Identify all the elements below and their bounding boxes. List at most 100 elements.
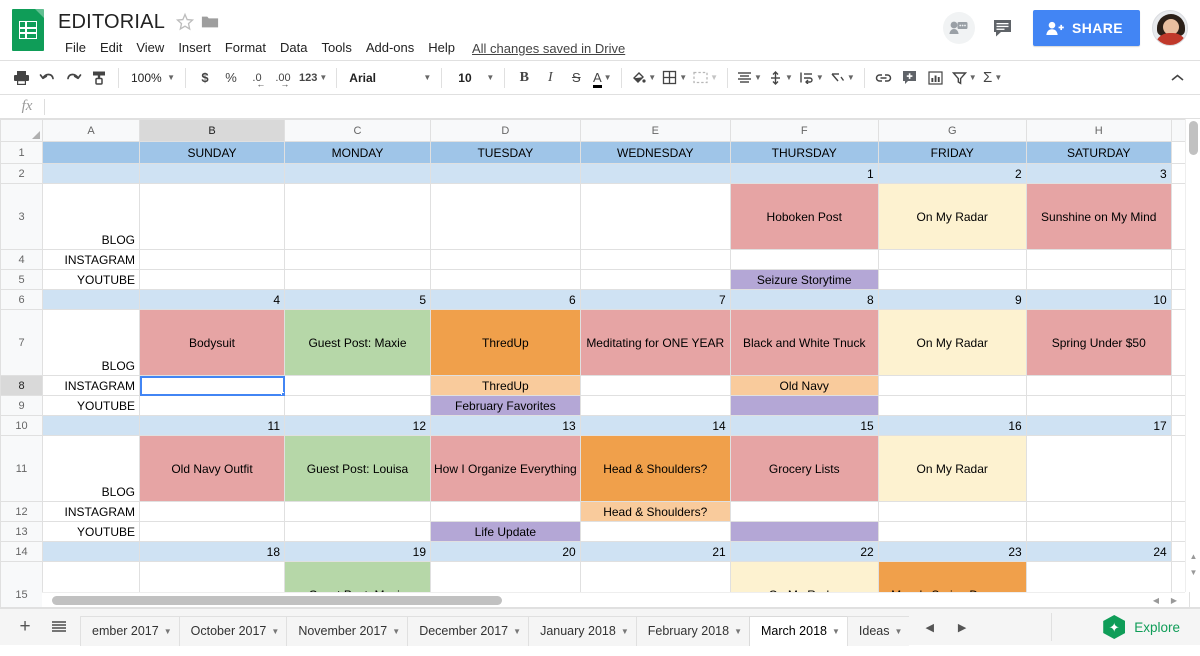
channel-label-instagram[interactable]: INSTAGRAM (42, 501, 140, 522)
date-cell[interactable]: 20 (430, 541, 581, 562)
sheet-tab-november-2017[interactable]: November 2017 ▼ (286, 615, 409, 646)
instagram-cell[interactable] (877, 375, 1027, 396)
channel-label-youtube[interactable]: YOUTUBE (42, 521, 140, 542)
prev-sheet-icon[interactable]: ◀ (919, 617, 939, 638)
instagram-cell[interactable] (139, 249, 285, 270)
share-button[interactable]: SHARE (1032, 10, 1140, 46)
blog-cell[interactable]: How I Organize Everything (430, 435, 581, 502)
channel-label-instagram[interactable]: INSTAGRAM (42, 375, 140, 396)
row-header-6[interactable]: 6 (0, 289, 43, 310)
blog-cell[interactable]: On My Radar (877, 309, 1027, 376)
save-status[interactable]: All changes saved in Drive (472, 41, 625, 56)
day-header-wednesday[interactable]: WEDNESDAY (579, 141, 731, 164)
youtube-cell[interactable]: Seizure Storytime (729, 269, 879, 290)
bold-button[interactable]: B (511, 65, 537, 91)
row-header-4[interactable]: 4 (0, 249, 43, 270)
chevron-down-icon[interactable]: ▼ (513, 627, 521, 636)
row-header-9[interactable]: 9 (0, 395, 43, 416)
print-icon[interactable] (8, 65, 34, 91)
youtube-cell[interactable] (139, 521, 285, 542)
date-row-blank[interactable] (42, 289, 140, 310)
date-cell[interactable]: 13 (430, 415, 581, 436)
channel-label-youtube[interactable]: YOUTUBE (42, 395, 140, 416)
blog-cell[interactable]: Spring Under $50 (1025, 309, 1172, 376)
instagram-cell[interactable]: ThredUp (430, 375, 581, 396)
blog-cell[interactable]: Grocery Lists (729, 435, 879, 502)
channel-label-instagram[interactable]: INSTAGRAM (42, 249, 140, 270)
blog-cell[interactable] (139, 183, 285, 250)
font-family-select[interactable]: Arial ▼ (343, 65, 435, 91)
day-header-thursday[interactable]: THURSDAY (729, 141, 879, 164)
instagram-cell[interactable] (877, 249, 1027, 270)
sheet-tab-march-2018[interactable]: March 2018 ▼ (748, 615, 848, 646)
chevron-down-icon[interactable]: ▼ (895, 627, 903, 636)
date-cell[interactable]: 17 (1025, 415, 1172, 436)
day-header-blank[interactable] (42, 141, 140, 164)
explore-button[interactable]: ✦ Explore (1093, 611, 1190, 643)
youtube-cell[interactable] (579, 395, 731, 416)
font-size-select[interactable]: 10 ▼ (448, 65, 498, 91)
date-cell[interactable]: 6 (430, 289, 581, 310)
youtube-cell[interactable] (284, 395, 431, 416)
horizontal-align-icon[interactable]: ▼ (734, 65, 765, 91)
row-header-7[interactable]: 7 (0, 309, 43, 376)
date-cell[interactable]: 7 (579, 289, 731, 310)
instagram-cell[interactable] (579, 375, 731, 396)
youtube-cell[interactable] (579, 521, 731, 542)
blog-cell[interactable]: Guest Post: Maxie (284, 309, 431, 376)
menu-item-file[interactable]: File (58, 37, 93, 59)
zoom-select[interactable]: 100% ▼ (125, 65, 179, 91)
youtube-cell[interactable] (284, 521, 431, 542)
percent-format-button[interactable]: % (218, 65, 244, 91)
all-sheets-icon[interactable] (42, 610, 76, 644)
borders-icon[interactable]: ▼ (659, 65, 690, 91)
date-row-blank[interactable] (42, 541, 140, 562)
insert-comment-icon[interactable] (897, 65, 923, 91)
column-header-c[interactable]: C (284, 119, 431, 142)
youtube-cell[interactable] (430, 269, 581, 290)
youtube-cell[interactable] (139, 269, 285, 290)
menu-item-tools[interactable]: Tools (314, 37, 358, 59)
menu-item-help[interactable]: Help (421, 37, 462, 59)
scroll-right-icon[interactable]: ▶ (1167, 593, 1181, 607)
youtube-cell[interactable] (1025, 269, 1172, 290)
menu-item-edit[interactable]: Edit (93, 37, 129, 59)
youtube-cell[interactable] (284, 269, 431, 290)
youtube-cell[interactable] (139, 395, 285, 416)
instagram-cell[interactable] (430, 501, 581, 522)
increase-decimal-button[interactable]: .00 → (270, 65, 296, 91)
add-sheet-button[interactable]: + (8, 610, 42, 644)
merge-cells-icon[interactable]: ▼ (690, 65, 721, 91)
date-cell[interactable] (430, 163, 581, 184)
column-header-e[interactable]: E (579, 119, 731, 142)
italic-button[interactable]: I (537, 65, 563, 91)
sheet-tab-december-2017[interactable]: December 2017 ▼ (407, 615, 530, 646)
formula-input[interactable] (53, 95, 1200, 118)
date-cell[interactable]: 14 (579, 415, 731, 436)
strikethrough-button[interactable]: S (563, 65, 589, 91)
instagram-cell[interactable] (1025, 249, 1172, 270)
menu-item-insert[interactable]: Insert (171, 37, 218, 59)
youtube-cell[interactable] (729, 521, 879, 542)
row-header-11[interactable]: 11 (0, 435, 43, 502)
date-cell[interactable]: 19 (284, 541, 431, 562)
undo-icon[interactable] (34, 65, 60, 91)
decrease-decimal-button[interactable]: .0 ← (244, 65, 270, 91)
youtube-cell[interactable] (877, 395, 1027, 416)
instagram-cell[interactable] (877, 501, 1027, 522)
folder-icon[interactable] (201, 14, 219, 30)
select-all-corner[interactable] (0, 119, 43, 142)
blog-cell[interactable] (579, 183, 731, 250)
youtube-cell[interactable] (729, 395, 879, 416)
instagram-cell[interactable]: Head & Shoulders? (579, 501, 731, 522)
date-cell[interactable]: 1 (729, 163, 879, 184)
channel-label-blog[interactable]: BLOG (42, 309, 140, 376)
chevron-down-icon[interactable]: ▼ (621, 627, 629, 636)
date-cell[interactable]: 12 (284, 415, 431, 436)
sheet-tab-october-2017[interactable]: October 2017 ▼ (178, 615, 288, 646)
blog-cell[interactable]: Old Navy Outfit (139, 435, 285, 502)
filter-icon[interactable]: ▼ (949, 65, 980, 91)
google-sheets-icon[interactable] (12, 9, 48, 53)
scroll-up-icon[interactable]: ▲ (1186, 550, 1200, 564)
spreadsheet-grid[interactable]: A B C D E F G H 1 SUNDAY MONDAY TUESDAY WEDNESDAY THU… (0, 119, 1200, 608)
